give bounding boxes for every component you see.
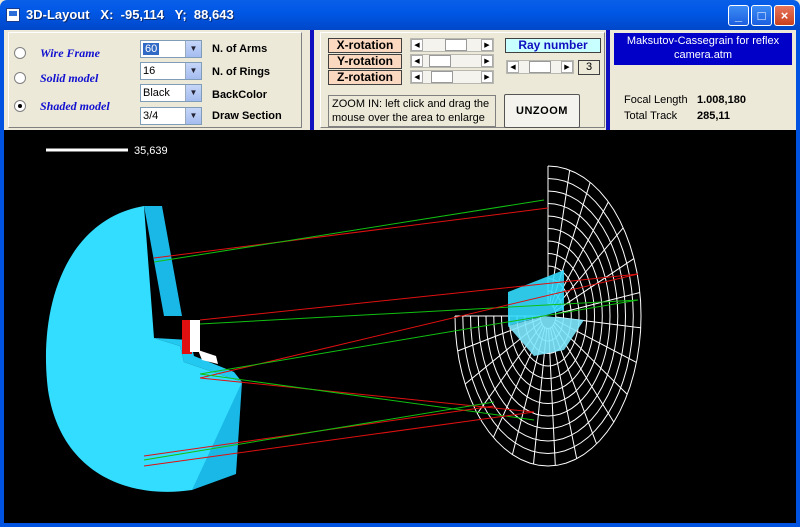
file-name-display: Maksutov-Cassegrain for reflex camera.at… xyxy=(614,33,792,65)
panel-separator xyxy=(310,30,314,130)
scale-value: 35,639 xyxy=(134,145,168,157)
ray-number-label: Ray number xyxy=(505,38,601,53)
scroll-right-icon[interactable]: ▶ xyxy=(481,71,493,83)
focal-length-row: Focal Length 1.008,180 xyxy=(624,94,746,106)
radio-label: Solid model xyxy=(40,70,99,85)
radio-label: Wire Frame xyxy=(40,45,100,60)
arms-value: 60 xyxy=(143,43,160,55)
draw-section-select[interactable]: 3/4 ▼ xyxy=(140,107,202,125)
corrector-wireframe xyxy=(454,165,642,467)
scroll-left-icon[interactable]: ◀ xyxy=(411,39,423,51)
scroll-right-icon[interactable]: ▶ xyxy=(481,55,493,67)
zoom-instructions: ZOOM IN: left click and drag the mouse o… xyxy=(328,95,496,127)
ray-number-slider[interactable]: ◀ ▶ xyxy=(506,60,574,74)
chevron-down-icon[interactable]: ▼ xyxy=(185,108,201,124)
focal-length-value: 1.008,180 xyxy=(697,94,746,106)
x-rotation-label: X-rotation xyxy=(328,38,402,53)
maximize-icon: □ xyxy=(757,8,766,23)
rings-value: 16 xyxy=(143,65,156,77)
slider-thumb[interactable] xyxy=(429,55,451,67)
panel-separator xyxy=(606,30,610,130)
close-button[interactable]: × xyxy=(774,5,795,26)
scroll-right-icon[interactable]: ▶ xyxy=(481,39,493,51)
y-label: Y; xyxy=(174,7,187,22)
window-frame-bottom xyxy=(0,523,800,527)
slider-thumb[interactable] xyxy=(431,71,453,83)
radio-shaded-model[interactable]: Shaded model xyxy=(14,99,110,113)
z-rotation-slider[interactable]: ◀ ▶ xyxy=(410,70,494,84)
chevron-down-icon[interactable]: ▼ xyxy=(185,85,201,101)
total-track-label: Total Track xyxy=(624,110,678,122)
radio-button[interactable] xyxy=(14,47,26,59)
radio-solid-model[interactable]: Solid model xyxy=(14,71,98,85)
unzoom-button[interactable]: UNZOOM xyxy=(504,94,580,128)
maximize-button[interactable]: □ xyxy=(751,5,772,26)
x-rotation-slider[interactable]: ◀ ▶ xyxy=(410,38,494,52)
title-label: 3D-Layout xyxy=(26,7,90,22)
focal-length-label: Focal Length xyxy=(624,94,688,106)
3d-viewport[interactable]: 35,639 xyxy=(4,130,796,523)
radio-button[interactable] xyxy=(14,72,26,84)
rings-label: N. of Rings xyxy=(212,66,271,78)
secondary-mirror xyxy=(508,270,584,356)
scroll-left-icon[interactable]: ◀ xyxy=(411,71,423,83)
total-track-row: Total Track 285,11 xyxy=(624,110,730,122)
ray-number-value: 3 xyxy=(578,60,600,75)
slider-thumb[interactable] xyxy=(445,39,467,51)
minimize-button[interactable]: _ xyxy=(728,5,749,26)
scroll-left-icon[interactable]: ◀ xyxy=(507,61,519,73)
wire-arm xyxy=(555,292,641,315)
draw-section-value: 3/4 xyxy=(143,110,159,122)
scroll-right-icon[interactable]: ▶ xyxy=(561,61,573,73)
window-title: 3D-Layout X: -95,114 Y; 88,643 xyxy=(26,7,234,22)
rings-select[interactable]: 16 ▼ xyxy=(140,62,202,80)
radio-button[interactable] xyxy=(14,100,26,112)
y-coordinate: 88,643 xyxy=(193,7,234,22)
backcolor-value: Black xyxy=(143,87,170,99)
scroll-left-icon[interactable]: ◀ xyxy=(411,55,423,67)
y-rotation-label: Y-rotation xyxy=(328,54,402,69)
backcolor-select[interactable]: Black ▼ xyxy=(140,84,202,102)
layout-drawing[interactable]: 35,639 xyxy=(4,130,796,523)
arms-select[interactable]: 60 ▼ xyxy=(140,40,202,58)
chevron-down-icon[interactable]: ▼ xyxy=(185,63,201,79)
total-track-value: 285,11 xyxy=(697,110,731,122)
window-frame-right xyxy=(796,30,800,527)
x-coordinate: -95,114 xyxy=(120,7,165,22)
slider-thumb[interactable] xyxy=(529,61,551,73)
draw-section-label: Draw Section xyxy=(212,110,282,122)
chevron-down-icon[interactable]: ▼ xyxy=(185,41,201,57)
y-rotation-slider[interactable]: ◀ ▶ xyxy=(410,54,494,68)
x-label: X: xyxy=(100,7,114,22)
app-icon[interactable] xyxy=(6,8,20,22)
close-icon: × xyxy=(780,8,789,23)
title-bar[interactable]: 3D-Layout X: -95,114 Y; 88,643 _ □ × xyxy=(0,0,800,30)
minimize-icon: _ xyxy=(734,8,743,23)
radio-wire-frame[interactable]: Wire Frame xyxy=(14,46,100,60)
z-rotation-label: Z-rotation xyxy=(328,70,402,85)
arms-label: N. of Arms xyxy=(212,43,268,55)
radio-label: Shaded model xyxy=(40,98,110,113)
backcolor-label: BackColor xyxy=(212,89,268,101)
wire-arm xyxy=(554,258,635,312)
